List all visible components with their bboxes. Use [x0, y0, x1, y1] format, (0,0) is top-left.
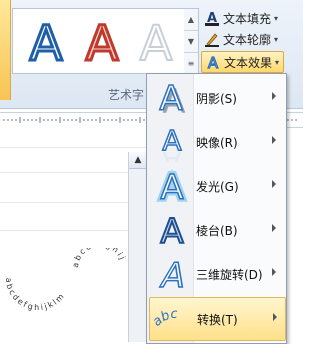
- wordart-style-blue[interactable]: A: [21, 15, 71, 74]
- menu-item-label: 棱台(B): [196, 224, 238, 238]
- svg-text:A: A: [208, 54, 219, 70]
- warp-text-arc: abcdefghijklm: [4, 277, 65, 312]
- gallery-up-icon[interactable]: ▲: [184, 9, 198, 31]
- submenu-arrow-icon: [273, 313, 277, 321]
- menu-item-bevel[interactable]: A 棱台(B): [149, 209, 284, 253]
- svg-text:A: A: [157, 256, 189, 294]
- svg-text:A: A: [162, 145, 181, 162]
- text-outline-button[interactable]: 文本轮廓 ▾: [204, 30, 278, 48]
- submenu-arrow-icon: [272, 92, 276, 100]
- submenu-arrow-icon: [272, 268, 276, 276]
- menu-item-label: 阴影(S): [196, 92, 237, 106]
- text-effects-menu: A A 阴影(S) A A 映像(R) A A 发光(G) A 棱台(B) A …: [146, 73, 287, 344]
- svg-text:A: A: [140, 16, 173, 67]
- svg-text:abcdefghij: abcdefghij: [71, 248, 128, 268]
- chevron-down-icon: ▾: [275, 57, 280, 67]
- menu-item-label: 三维旋转(D): [196, 268, 263, 282]
- chevron-down-icon: ▾: [274, 13, 279, 23]
- group-label-wordart: 艺术字: [108, 88, 145, 102]
- shadow-icon: A A: [153, 78, 191, 122]
- menu-item-reflection[interactable]: A A 映像(R): [149, 121, 284, 178]
- svg-text:A: A: [86, 16, 119, 67]
- reflection-icon: A A: [153, 122, 191, 178]
- svg-text:A: A: [159, 79, 182, 118]
- menu-item-label: 转换(T): [197, 313, 238, 327]
- text-outline-icon: [204, 31, 220, 47]
- text-effects-label: 文本效果: [224, 55, 273, 70]
- 3d-rotation-icon: A: [153, 254, 191, 297]
- menu-item-glow[interactable]: A A 发光(G): [149, 165, 284, 211]
- menu-item-3d-rotation[interactable]: A 三维旋转(D): [149, 253, 284, 297]
- wordart-style-gallery[interactable]: A A A: [12, 8, 186, 74]
- text-effects-button[interactable]: A 文本效果 ▾: [201, 51, 285, 73]
- bevel-icon: A: [153, 210, 191, 253]
- text-fill-button[interactable]: A 文本填充 ▾: [204, 9, 278, 27]
- text-outline-label: 文本轮廓: [223, 32, 272, 47]
- wordart-warped-text[interactable]: abcdefghijklm abcdefghij: [0, 248, 140, 318]
- wordart-style-light[interactable]: A: [131, 15, 181, 73]
- menu-item-transform[interactable]: abc 转换(T): [149, 297, 286, 341]
- ribbon-edge-strip: [0, 0, 11, 100]
- svg-text:A: A: [160, 212, 183, 250]
- text-effects-icon: A: [205, 53, 221, 72]
- svg-text:A: A: [160, 168, 183, 206]
- transform-icon: abc: [150, 299, 192, 339]
- warp-text-circle: abcdefghij: [71, 248, 126, 268]
- chevron-down-icon: ▾: [274, 34, 279, 44]
- submenu-arrow-icon: [272, 224, 276, 232]
- svg-text:A: A: [30, 16, 63, 67]
- svg-text:abc: abc: [154, 307, 178, 330]
- svg-text:abcdefghijklm: abcdefghijklm: [4, 277, 67, 312]
- scroll-up-icon[interactable]: ▲: [129, 152, 147, 169]
- menu-item-shadow[interactable]: A A 阴影(S): [149, 77, 284, 122]
- gallery-more-icon[interactable]: ≡: [184, 53, 198, 74]
- menu-item-label: 发光(G): [196, 180, 239, 194]
- gallery-down-icon[interactable]: ▼: [184, 31, 198, 53]
- vertical-scrollbar[interactable]: ▲: [128, 152, 147, 342]
- wordart-style-red[interactable]: A: [77, 15, 127, 74]
- submenu-arrow-icon: [272, 136, 276, 144]
- text-fill-icon: A: [204, 10, 220, 26]
- menu-item-label: 映像(R): [196, 136, 238, 150]
- gallery-scroll[interactable]: ▲ ▼ ≡: [184, 8, 199, 74]
- text-fill-label: 文本填充: [223, 11, 272, 26]
- glow-icon: A A: [153, 165, 191, 211]
- submenu-arrow-icon: [272, 180, 276, 188]
